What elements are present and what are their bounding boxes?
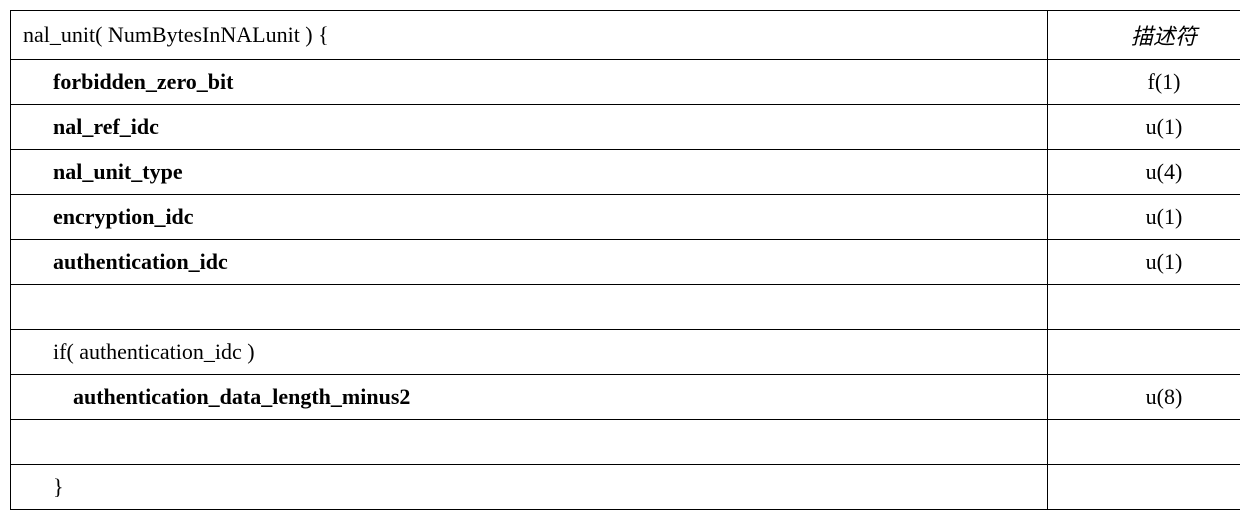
table-row: nal_ref_idc u(1)	[11, 105, 1240, 150]
descriptor-cell: f(1)	[1048, 60, 1240, 105]
syntax-text: nal_unit_type	[23, 159, 183, 185]
descriptor-cell: u(1)	[1048, 105, 1240, 150]
descriptor-cell	[1048, 465, 1240, 510]
descriptor-cell	[1048, 285, 1240, 330]
syntax-table: nal_unit( NumBytesInNALunit ) {描述符forbid…	[10, 10, 1240, 510]
syntax-cell	[11, 420, 1048, 465]
syntax-text: encryption_idc	[23, 204, 194, 230]
syntax-cell: }	[11, 465, 1048, 510]
syntax-cell	[11, 285, 1048, 330]
table-row: forbidden_zero_bit f(1)	[11, 60, 1240, 105]
syntax-cell: nal_unit_type	[11, 150, 1048, 195]
syntax-text: authentication_data_length_minus2	[23, 384, 410, 410]
syntax-text: authentication_idc	[23, 249, 228, 275]
syntax-cell: if( authentication_idc )	[11, 330, 1048, 375]
table-row: encryption_idc u(1)	[11, 195, 1240, 240]
table-row	[11, 420, 1240, 465]
syntax-text: if( authentication_idc )	[23, 339, 255, 365]
table-row: if( authentication_idc )	[11, 330, 1240, 375]
syntax-cell: encryption_idc	[11, 195, 1048, 240]
syntax-text: }	[23, 474, 64, 500]
table-row	[11, 285, 1240, 330]
syntax-text: nal_unit( NumBytesInNALunit ) {	[23, 22, 329, 47]
descriptor-cell: u(1)	[1048, 240, 1240, 285]
table-row: }	[11, 465, 1240, 510]
descriptor-cell: u(4)	[1048, 150, 1240, 195]
syntax-text: nal_ref_idc	[23, 114, 159, 140]
descriptor-cell: 描述符	[1048, 11, 1240, 60]
syntax-cell: nal_unit( NumBytesInNALunit ) {	[11, 11, 1048, 60]
syntax-cell: authentication_idc	[11, 240, 1048, 285]
syntax-cell: authentication_data_length_minus2	[11, 375, 1048, 420]
syntax-cell: nal_ref_idc	[11, 105, 1048, 150]
table-row: nal_unit( NumBytesInNALunit ) { 描述符	[11, 11, 1240, 60]
descriptor-cell: u(1)	[1048, 195, 1240, 240]
table-row: authentication_idc u(1)	[11, 240, 1240, 285]
table-row: nal_unit_type u(4)	[11, 150, 1240, 195]
syntax-cell: forbidden_zero_bit	[11, 60, 1048, 105]
descriptor-cell	[1048, 420, 1240, 465]
descriptor-cell	[1048, 330, 1240, 375]
descriptor-cell: u(8)	[1048, 375, 1240, 420]
syntax-text: forbidden_zero_bit	[23, 69, 233, 95]
table-row: authentication_data_length_minus2 u(8)	[11, 375, 1240, 420]
